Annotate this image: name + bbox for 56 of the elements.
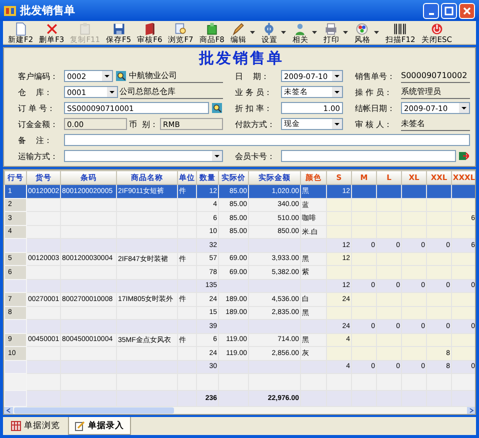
field-label: 折 扣 率： xyxy=(235,102,274,114)
palette-icon xyxy=(355,22,370,36)
field-label: 运输方式： xyxy=(18,150,59,162)
field-label: 客户编码： xyxy=(18,70,59,82)
maximize-button[interactable] xyxy=(441,2,457,18)
minimize-icon xyxy=(428,12,434,14)
caret-icon xyxy=(250,31,256,34)
field-label: 审 核 人： xyxy=(355,118,394,130)
tab[interactable]: 单据浏览 xyxy=(5,417,66,435)
search-button[interactable] xyxy=(115,70,127,82)
field-label: 业 务 员： xyxy=(235,86,274,98)
pencil-document-icon xyxy=(75,420,85,430)
field-label: 币 别： xyxy=(128,118,158,130)
form-title: 批发销售单 xyxy=(198,49,285,67)
grid-icon xyxy=(11,421,21,431)
app-icon xyxy=(4,4,16,16)
caret-icon xyxy=(312,31,318,34)
field-label: 订 单 号： xyxy=(18,102,56,114)
field-label: 会员卡号： xyxy=(235,150,276,162)
caret-icon xyxy=(343,31,348,34)
field-value: 公司总部总仓库 xyxy=(120,86,223,98)
field-value: S000090710002 xyxy=(401,70,470,82)
field-label: 订金金额： xyxy=(18,118,59,130)
dropdown-field[interactable] xyxy=(64,150,223,162)
field-label: 仓 库： xyxy=(18,86,54,98)
field-label: 日 期： xyxy=(235,70,270,82)
barcode-icon xyxy=(393,22,408,36)
power-icon xyxy=(430,22,444,36)
search-button[interactable] xyxy=(211,102,223,114)
horizontal-scrollbar[interactable] xyxy=(4,407,475,414)
input-field[interactable] xyxy=(281,150,456,162)
input-field[interactable] xyxy=(64,134,470,146)
minimize-button[interactable] xyxy=(423,2,439,18)
cross-icon xyxy=(44,22,59,36)
book-icon xyxy=(142,22,157,36)
clipboard-icon xyxy=(78,22,92,36)
caret-icon xyxy=(374,31,380,34)
window-title: 批发销售单 xyxy=(20,3,75,18)
field-label: 结帐日期： xyxy=(355,102,396,114)
close-button[interactable] xyxy=(459,2,475,18)
field-label: 操 作 员： xyxy=(355,86,394,98)
field-value: 系统管理员 xyxy=(401,86,470,98)
box-icon xyxy=(204,22,219,36)
floppy-icon xyxy=(112,22,126,36)
printer-icon xyxy=(324,22,338,36)
maximize-icon xyxy=(444,6,454,16)
person-icon xyxy=(293,22,308,36)
field-value: 未签名 xyxy=(401,118,470,130)
caret-icon xyxy=(281,31,286,34)
field-value: 中航物业公司 xyxy=(129,70,223,82)
field-label: 销售单号： xyxy=(355,70,396,82)
field-label: 备 注： xyxy=(18,134,54,146)
field-label: 付款方式： xyxy=(235,118,276,130)
tab[interactable]: 单据录入 xyxy=(68,417,131,435)
close-icon xyxy=(462,6,472,16)
card-reader-button[interactable] xyxy=(458,150,470,162)
